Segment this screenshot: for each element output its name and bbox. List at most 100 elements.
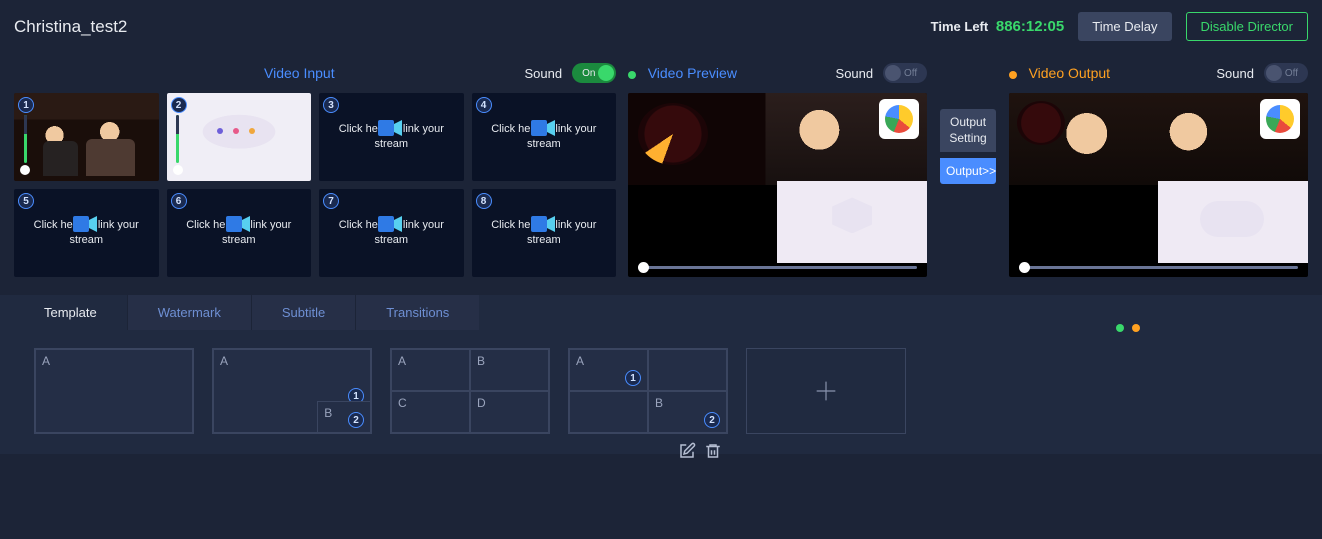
template-side-half[interactable]: A 1 B 2 [568,348,728,434]
input-thumb-3[interactable]: 3 Click here to link your stream [319,93,464,181]
thumb-number-badge: 8 [476,193,492,209]
tab-watermark[interactable]: Watermark [127,295,251,330]
cell-label: B [477,354,485,368]
seek-slider[interactable] [638,266,917,269]
input-thumb-2[interactable]: 2 [167,93,312,181]
cell-label: B [324,406,332,420]
preview-pip-frame-icon [777,181,927,263]
video-preview-sound-toggle[interactable]: Off [883,63,927,83]
bottom-panel: Template Watermark Subtitle Transitions … [0,295,1322,454]
tab-subtitle[interactable]: Subtitle [251,295,355,330]
thumb-preview-icon [14,93,159,181]
output-setting-button[interactable]: Output Setting [940,109,996,152]
video-output-sound-toggle[interactable]: Off [1264,63,1308,83]
preview-main-frame-icon [628,93,927,185]
video-input-sound-toggle[interactable]: On [572,63,616,83]
status-dot-green-icon [1116,324,1124,332]
cell-label: A [220,354,228,368]
main-columns: Video Input Sound On 1 2 3 [0,57,1322,291]
camera-icon [531,118,557,138]
video-preview-title-wrap: Video Preview [628,65,737,81]
template-list: A A 1 B 2 A B C D [0,330,1322,434]
edit-icon[interactable] [678,442,696,460]
trash-icon[interactable] [704,442,722,460]
thumb-preview-icon [167,93,312,181]
video-preview-sound-group: Sound Off [836,63,928,83]
camera-icon [531,214,557,234]
output-go-button[interactable]: Output>> [940,158,996,184]
video-output-title: Video Output [1029,65,1110,81]
thumb-number-badge: 2 [171,97,187,113]
video-output-sound-group: Sound Off [1216,63,1308,83]
template-active-wrap: A 1 B 2 [568,348,728,434]
disable-director-button[interactable]: Disable Director [1186,12,1308,41]
video-output-title-wrap: Video Output [1009,65,1110,81]
video-preview-title: Video Preview [648,65,737,81]
template-cell-empty [569,391,648,433]
seek-slider[interactable] [1019,266,1298,269]
thumb-number-badge: 7 [323,193,339,209]
avengers-logo-icon [638,103,708,165]
template-cell-d: D [470,391,549,433]
project-title: Christina_test2 [14,17,127,37]
thumb-number-badge: 3 [323,97,339,113]
time-delay-button[interactable]: Time Delay [1078,12,1171,41]
input-thumb-6[interactable]: 6 Click here to link your stream [167,189,312,277]
template-cell-b: B 2 [317,401,371,433]
switch-off-text: Off [1279,68,1304,79]
input-thumb-4[interactable]: 4 Click here to link your stream [472,93,617,181]
video-input-sound-group: Sound On [524,63,616,83]
camera-icon [378,118,404,138]
video-preview-sound-label: Sound [836,66,874,81]
input-thumb-5[interactable]: 5 Click here to link your stream [14,189,159,277]
status-dot-icon [628,71,636,79]
volume-slider[interactable] [18,115,32,175]
time-left-group: Time Left 886:12:05 [931,18,1065,35]
template-quad[interactable]: A B C D [390,348,550,434]
video-input-title: Video Input [264,65,335,81]
cell-label: A [576,354,584,368]
add-template-button[interactable] [746,348,906,434]
switch-on-text: On [576,68,601,79]
status-dot-orange-icon [1132,324,1140,332]
video-preview-player[interactable] [628,93,927,277]
app-logo-icon [1260,99,1300,139]
input-thumb-8[interactable]: 8 Click here to link your stream [472,189,617,277]
video-output-header: Video Output Sound Off [1009,57,1308,93]
volume-slider[interactable] [171,115,185,175]
camera-icon [73,214,99,234]
cell-badge: 2 [348,412,364,428]
switch-off-text: Off [898,68,923,79]
template-cell-a: A [35,349,193,433]
tab-transitions[interactable]: Transitions [355,295,479,330]
template-single[interactable]: A [34,348,194,434]
input-thumb-7[interactable]: 7 Click here to link your stream [319,189,464,277]
input-thumb-1[interactable]: 1 [14,93,159,181]
cell-label: C [398,396,407,410]
template-cell-empty [648,349,727,391]
time-left-value: 886:12:05 [996,18,1064,35]
video-preview-column: Video Preview Sound Off [628,57,927,277]
video-output-column: Video Output Sound Off [1009,57,1308,277]
thumb-number-badge: 6 [171,193,187,209]
video-input-sound-label: Sound [524,66,562,81]
template-cell-c: C [391,391,470,433]
cell-label: A [42,354,50,368]
template-actions [678,442,722,460]
app-header: Christina_test2 Time Left 886:12:05 Time… [0,0,1322,57]
plus-icon [812,377,840,405]
template-cell-a: A 1 [569,349,648,391]
cell-badge: 2 [704,412,720,428]
template-status-dots [1112,320,1140,335]
camera-icon [378,214,404,234]
video-preview-header: Video Preview Sound Off [628,57,927,93]
avengers-logo-icon [1017,101,1065,145]
input-grid: 1 2 3 Click here to link your stream 4 C… [14,93,616,277]
app-logo-icon [879,99,919,139]
video-output-player[interactable] [1009,93,1308,277]
tab-template[interactable]: Template [14,295,127,330]
video-output-sound-label: Sound [1216,66,1254,81]
thumb-number-badge: 4 [476,97,492,113]
template-pip-corner[interactable]: A 1 B 2 [212,348,372,434]
time-left-label: Time Left [931,19,989,34]
